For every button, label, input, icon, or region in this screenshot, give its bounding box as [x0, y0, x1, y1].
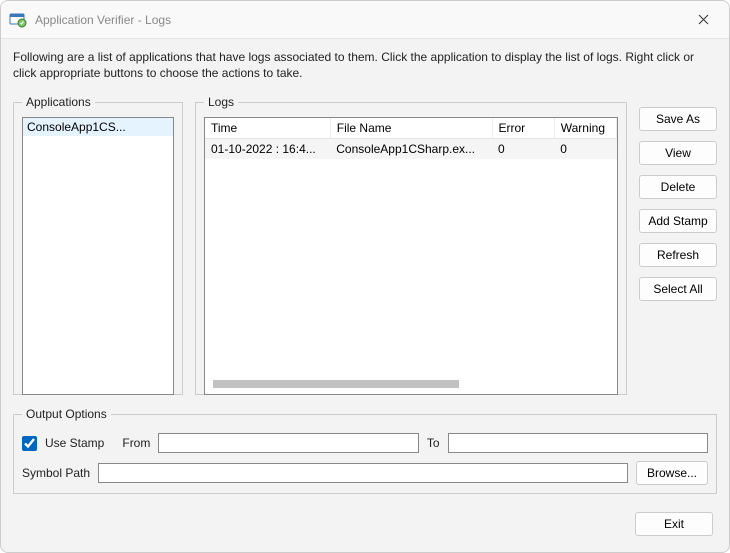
logs-list[interactable]: Time File Name Error Warning 01-10-2022 … — [204, 117, 618, 395]
use-stamp-checkbox[interactable] — [22, 436, 37, 451]
add-stamp-button[interactable]: Add Stamp — [639, 209, 717, 233]
output-legend: Output Options — [22, 407, 111, 421]
delete-button[interactable]: Delete — [639, 175, 717, 199]
cell-file: ConsoleApp1CSharp.ex... — [330, 139, 492, 160]
hscrollbar[interactable] — [213, 378, 609, 390]
title-bar: Application Verifier - Logs — [1, 1, 729, 39]
cell-warning: 0 — [554, 139, 616, 160]
log-row[interactable]: 01-10-2022 : 16:4... ConsoleApp1CSharp.e… — [205, 139, 617, 160]
output-options-group: Output Options Use Stamp From To Symbol … — [13, 407, 717, 494]
exit-button[interactable]: Exit — [635, 512, 713, 536]
cell-time: 01-10-2022 : 16:4... — [205, 139, 330, 160]
logs-group: Logs Time File Name Error Warning — [195, 95, 627, 395]
application-item[interactable]: ConsoleApp1CS... — [23, 118, 173, 136]
view-button[interactable]: View — [639, 141, 717, 165]
to-label: To — [427, 436, 440, 450]
applications-legend: Applications — [22, 95, 95, 109]
browse-button[interactable]: Browse... — [636, 461, 708, 485]
col-warning[interactable]: Warning — [554, 118, 616, 139]
col-file[interactable]: File Name — [330, 118, 492, 139]
select-all-button[interactable]: Select All — [639, 277, 717, 301]
symbol-path-label: Symbol Path — [22, 466, 90, 480]
app-icon — [9, 11, 27, 29]
symbol-path-input[interactable] — [98, 463, 628, 483]
applications-list[interactable]: ConsoleApp1CS... — [22, 117, 174, 395]
instructions-text: Following are a list of applications tha… — [13, 49, 717, 81]
dialog-window: Application Verifier - Logs Following ar… — [0, 0, 730, 553]
applications-group: Applications ConsoleApp1CS... — [13, 95, 183, 395]
col-error[interactable]: Error — [492, 118, 554, 139]
logs-legend: Logs — [204, 95, 238, 109]
use-stamp-label: Use Stamp — [45, 436, 104, 450]
from-label: From — [122, 436, 150, 450]
col-time[interactable]: Time — [205, 118, 330, 139]
cell-error: 0 — [492, 139, 554, 160]
close-button[interactable] — [683, 6, 723, 34]
from-input[interactable] — [158, 433, 418, 453]
content-area: Following are a list of applications tha… — [1, 39, 729, 552]
save-as-button[interactable]: Save As — [639, 107, 717, 131]
refresh-button[interactable]: Refresh — [639, 243, 717, 267]
side-buttons: Save As View Delete Add Stamp Refresh Se… — [639, 107, 717, 301]
to-input[interactable] — [448, 433, 708, 453]
window-title: Application Verifier - Logs — [35, 13, 683, 27]
